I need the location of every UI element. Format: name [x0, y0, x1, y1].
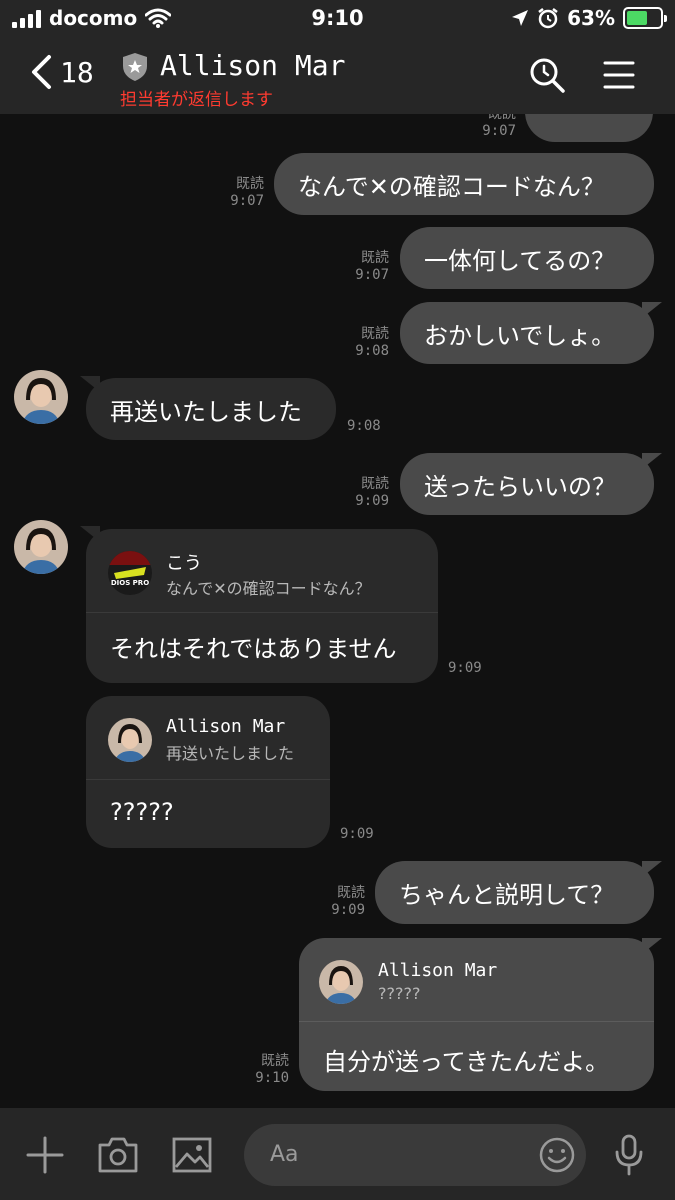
message-bubble-outgoing[interactable] [525, 114, 653, 142]
message-meta: 既読 9:09 [331, 885, 365, 918]
message-meta: 既読 9:07 [482, 114, 516, 139]
quote-avatar [108, 718, 152, 762]
camera-icon[interactable] [97, 1136, 139, 1174]
message-meta: 既読 9:07 [230, 176, 264, 209]
quote-avatar: DIOS PRO [108, 551, 152, 595]
message-text: ????? [110, 798, 174, 826]
message-text: 再送いたしました [110, 397, 302, 426]
message-text: 一体何してるの？ [424, 246, 616, 275]
message-meta: 既読 9:09 [355, 476, 389, 509]
status-bar: docomo 9:10 63% [0, 0, 675, 40]
message-bubble-outgoing[interactable]: ちゃんと説明して？ [375, 861, 654, 924]
search-icon[interactable] [528, 56, 566, 94]
message-text: ちゃんと説明して？ [399, 881, 615, 909]
reply-quote[interactable]: Allison Mar 再送いたしました [86, 696, 330, 780]
quote-text: ????? [378, 984, 421, 1003]
message-text: 自分が送ってきたんだよ。 [323, 1048, 610, 1076]
menu-icon[interactable] [603, 60, 635, 90]
status-right: 63% [511, 6, 667, 30]
message-text: それはそれではありません [110, 635, 397, 663]
message-meta: 既読 9:10 [255, 1053, 289, 1086]
battery-percent: 63% [567, 6, 615, 30]
quote-text: なんで✕の確認コードなん？ [166, 579, 371, 598]
contact-subtitle: 担当者が返信します [120, 90, 273, 110]
alarm-icon [538, 8, 558, 29]
plus-icon[interactable] [26, 1136, 64, 1174]
input-placeholder: Aa [270, 1142, 299, 1167]
message-bubble-outgoing[interactable]: なんで✕の確認コードなん？ [274, 153, 654, 215]
message-bubble-outgoing[interactable]: 一体何してるの？ [400, 227, 654, 289]
quote-sender: Allison Mar [166, 716, 286, 737]
message-time: 9:09 [448, 660, 482, 676]
message-text: 送ったらいいの？ [424, 472, 616, 501]
message-time: 9:09 [340, 826, 374, 842]
contact-name[interactable]: Allison Mar [160, 49, 345, 82]
quote-sender: こう [166, 553, 202, 574]
message-meta: 既読 9:07 [355, 250, 389, 283]
input-bar: Aa [0, 1108, 675, 1200]
reply-message-outgoing[interactable]: Allison Mar ????? 自分が送ってきたんだよ。 [299, 938, 654, 1091]
reply-message-incoming[interactable]: DIOS PRO こう なんで✕の確認コードなん？ それはそれではありません [86, 529, 438, 683]
quote-sender: Allison Mar [378, 960, 498, 981]
reply-message-incoming[interactable]: Allison Mar 再送いたしました ????? [86, 696, 330, 848]
bubble-tail [642, 861, 662, 877]
message-text: なんで✕の確認コードなん？ [298, 172, 605, 201]
message-bubble-outgoing[interactable]: おかしいでしょ。 [400, 302, 654, 364]
image-icon[interactable] [172, 1137, 212, 1173]
chevron-left-icon [32, 55, 51, 89]
official-shield-icon [123, 53, 147, 81]
reply-quote[interactable]: DIOS PRO こう なんで✕の確認コードなん？ [86, 529, 438, 613]
unread-count: 18 [60, 55, 94, 89]
location-arrow-icon [512, 10, 529, 26]
avatar[interactable] [14, 520, 68, 574]
quote-avatar [319, 960, 363, 1004]
emoji-icon[interactable] [538, 1136, 576, 1174]
quote-text: 再送いたしました [166, 744, 295, 763]
message-text: おかしいでしょ。 [424, 321, 616, 350]
microphone-icon[interactable] [614, 1134, 644, 1176]
battery-icon [623, 7, 667, 29]
chat-area[interactable]: 既読 9:07 既読 9:07 なんで✕の確認コードなん？ 既読 9:07 一体… [0, 114, 675, 1108]
chat-header: 18 Allison Mar 担当者が返信します [0, 40, 675, 114]
svg-text:DIOS PRO: DIOS PRO [111, 579, 149, 587]
message-bubble-outgoing[interactable]: 送ったらいいの？ [400, 453, 654, 515]
back-button[interactable]: 18 [30, 54, 94, 90]
message-input[interactable]: Aa [244, 1124, 586, 1186]
message-bubble-incoming[interactable]: 再送いたしました [86, 378, 336, 440]
message-meta: 既読 9:08 [355, 326, 389, 359]
message-time: 9:08 [347, 418, 381, 434]
reply-quote[interactable]: Allison Mar ????? [299, 938, 654, 1022]
avatar[interactable] [14, 370, 68, 424]
